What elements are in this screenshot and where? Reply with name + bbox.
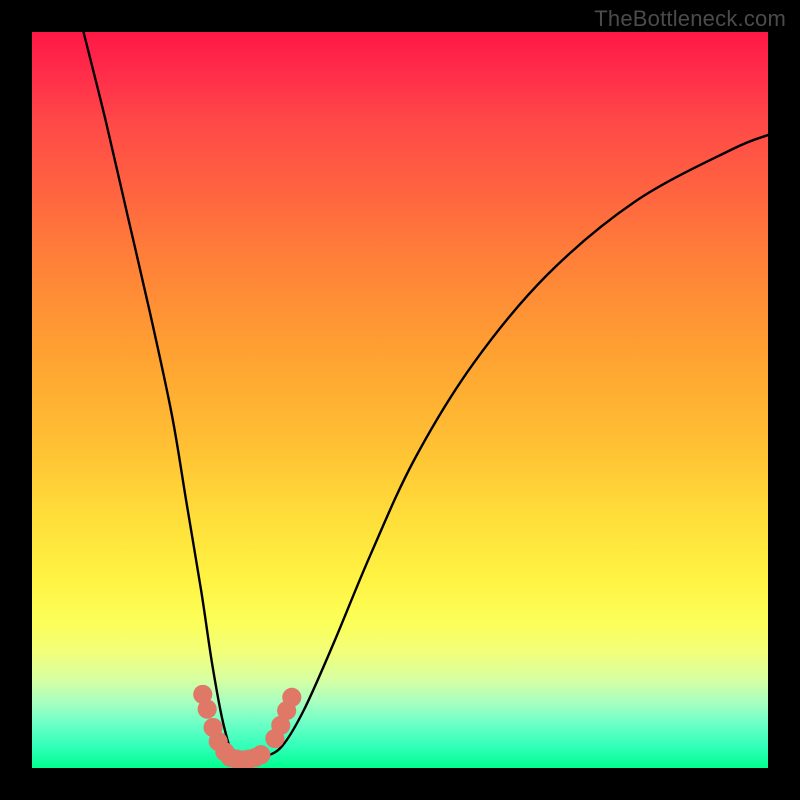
chart-frame: TheBottleneck.com [0,0,800,800]
watermark-text: TheBottleneck.com [594,6,786,32]
curve-marker [282,688,301,707]
curve-marker [198,700,217,719]
plot-area [32,32,768,768]
curve-marker [251,745,270,764]
curve-svg [32,32,768,768]
marker-group [193,685,301,768]
bottleneck-curve [84,32,768,760]
